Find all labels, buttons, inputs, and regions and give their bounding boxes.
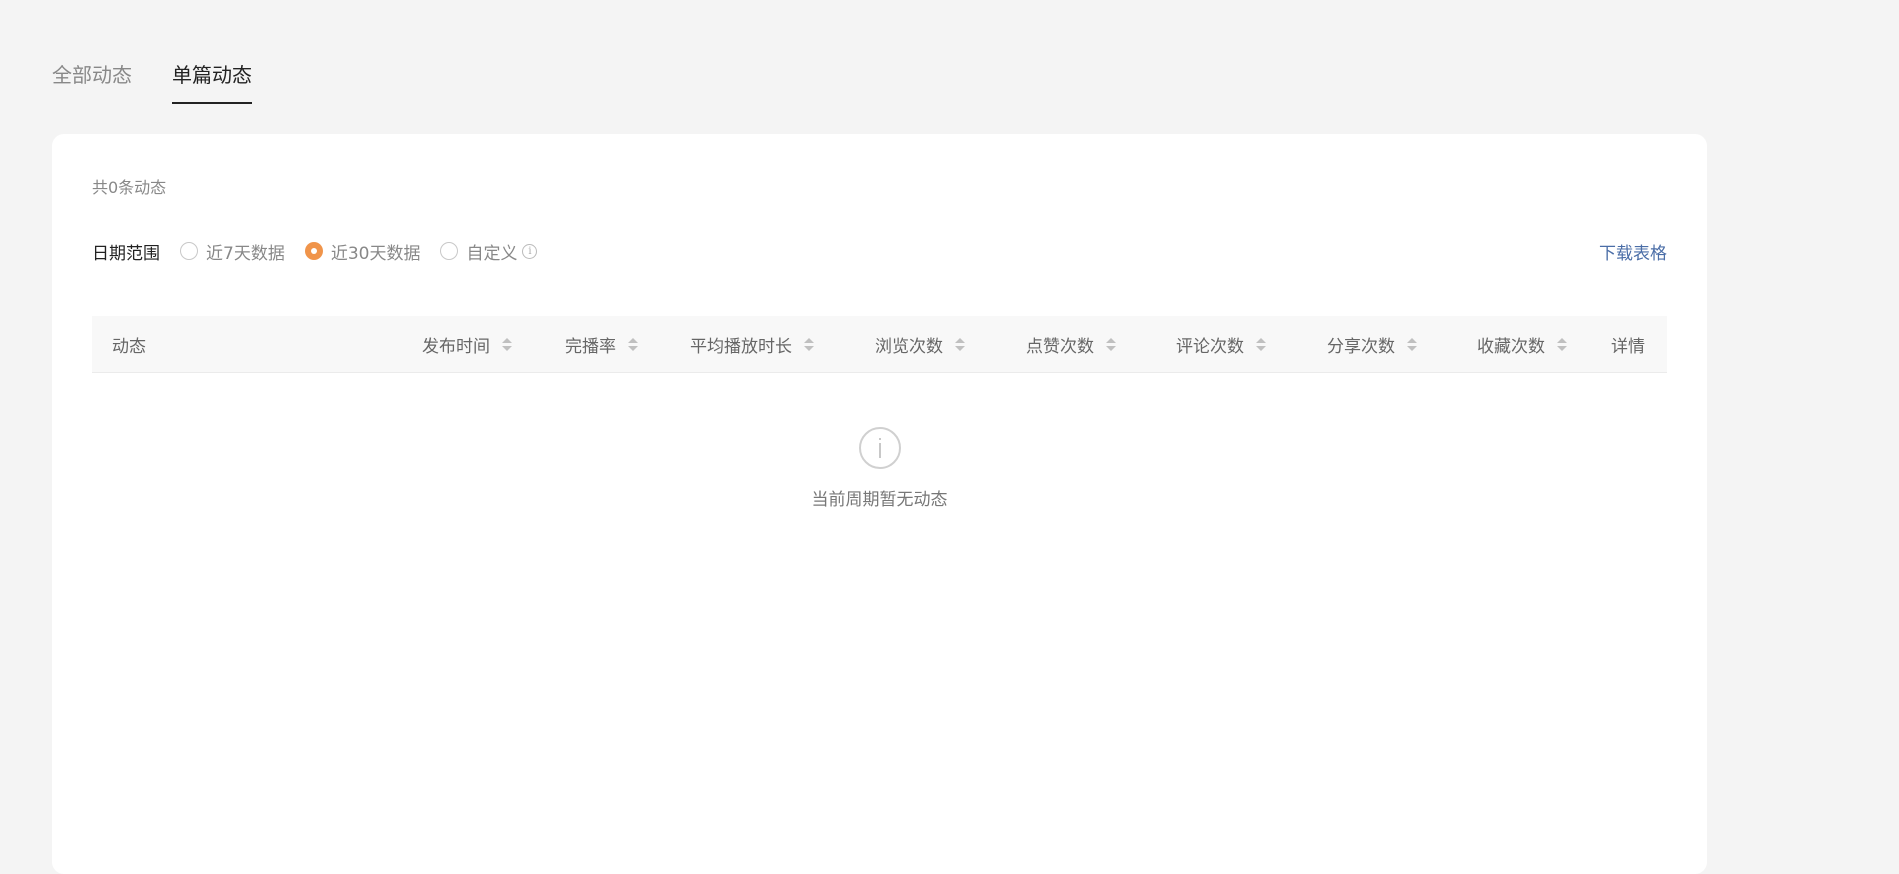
column-avg-play-duration-label: 平均播放时长 — [690, 336, 792, 357]
radio-label-last-30-days: 近30天数据 — [330, 243, 421, 264]
empty-state: 当前周期暂无动态 — [52, 427, 1707, 510]
sort-icon — [1407, 337, 1417, 351]
column-likes-label: 点赞次数 — [1026, 336, 1094, 357]
column-completion-rate-label: 完播率 — [565, 336, 616, 357]
total-count-text: 共0条动态 — [92, 178, 167, 197]
sort-icon — [628, 337, 638, 351]
column-details-label: 详情 — [1611, 336, 1645, 357]
info-circle-icon — [858, 427, 901, 469]
column-comments-label: 评论次数 — [1176, 336, 1244, 357]
column-views[interactable]: 浏览次数 — [875, 316, 965, 372]
column-shares[interactable]: 分享次数 — [1327, 316, 1417, 372]
info-icon[interactable]: i — [522, 243, 538, 259]
column-favorites-label: 收藏次数 — [1477, 336, 1545, 357]
column-likes[interactable]: 点赞次数 — [1026, 316, 1116, 372]
column-post-label: 动态 — [112, 336, 146, 357]
column-publish-time-label: 发布时间 — [422, 336, 490, 357]
empty-state-text: 当前周期暂无动态 — [811, 490, 948, 510]
table-header: 动态 发布时间 完播率 平均播放时长 浏览次数 点赞次数 评论次数 分享次数 收… — [92, 316, 1667, 373]
radio-last-30-days[interactable]: 近30天数据 — [304, 239, 421, 264]
sort-icon — [804, 337, 814, 351]
sort-icon — [502, 337, 512, 351]
radio-unchecked-icon — [180, 242, 198, 260]
sort-icon — [955, 337, 965, 351]
column-comments[interactable]: 评论次数 — [1176, 316, 1266, 372]
sort-icon — [1557, 337, 1567, 351]
tab-single-post[interactable]: 单篇动态 — [172, 55, 252, 104]
sort-icon — [1256, 337, 1266, 351]
column-views-label: 浏览次数 — [875, 336, 943, 357]
radio-checked-icon — [304, 242, 323, 260]
date-range-label: 日期范围 — [92, 243, 160, 264]
column-shares-label: 分享次数 — [1327, 336, 1395, 357]
sort-icon — [1106, 337, 1116, 351]
column-post: 动态 — [112, 316, 146, 372]
column-completion-rate[interactable]: 完播率 — [565, 316, 638, 372]
date-range-filter: 日期范围 近7天数据 近30天数据 自定义 i 下载表格 — [92, 239, 1667, 264]
radio-label-custom: 自定义 — [466, 243, 518, 264]
column-avg-play-duration[interactable]: 平均播放时长 — [690, 316, 814, 372]
radio-custom[interactable]: 自定义 i — [440, 239, 538, 264]
radio-label-last-7-days: 近7天数据 — [206, 243, 285, 264]
radio-unchecked-icon — [440, 242, 459, 260]
content-card: 共0条动态 日期范围 近7天数据 近30天数据 自定义 i 下载表格 动态 发布… — [52, 134, 1707, 874]
column-favorites[interactable]: 收藏次数 — [1477, 316, 1567, 372]
tab-bar: 全部动态 单篇动态 — [52, 55, 252, 104]
column-publish-time[interactable]: 发布时间 — [422, 316, 512, 372]
tab-all-posts[interactable]: 全部动态 — [52, 55, 132, 104]
radio-last-7-days[interactable]: 近7天数据 — [180, 239, 285, 264]
download-table-link[interactable]: 下载表格 — [1599, 239, 1667, 264]
column-details: 详情 — [1611, 316, 1645, 372]
